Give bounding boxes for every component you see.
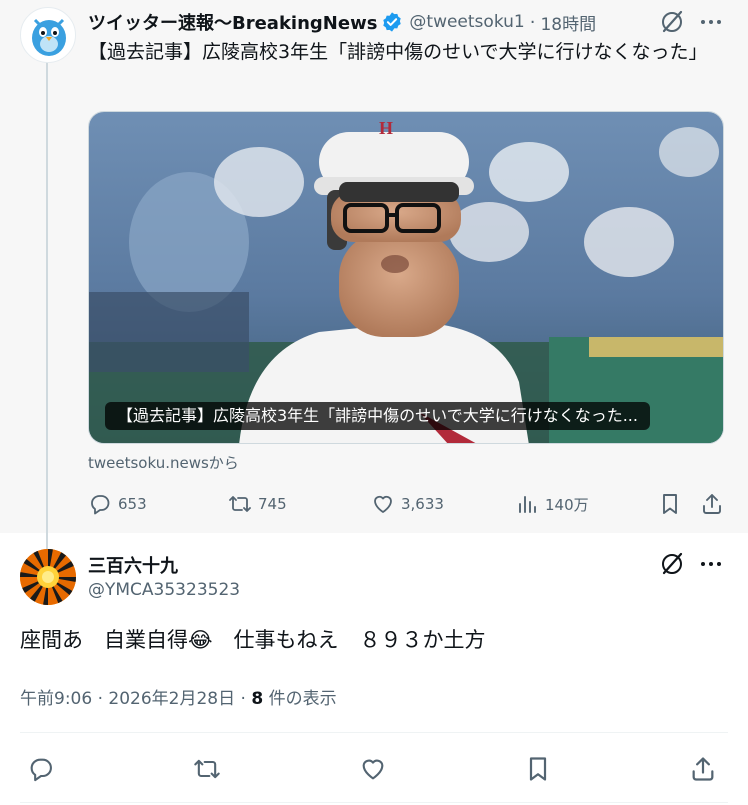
share-icon (703, 494, 721, 514)
retweet-icon (194, 759, 220, 779)
retweet-count: 745 (258, 495, 287, 513)
reply-button[interactable]: 653 (88, 488, 147, 520)
avatar[interactable] (20, 7, 76, 63)
bookmark-button[interactable] (521, 752, 555, 786)
views-button[interactable]: 140万 (515, 488, 589, 520)
tweet-date[interactable]: 2026年2月28日 (108, 689, 235, 709)
grok-icon[interactable] (659, 551, 685, 577)
retweet-button[interactable] (190, 752, 224, 786)
tweet-time[interactable]: 午前9:06 (20, 689, 92, 709)
views-icon (519, 496, 536, 513)
bookmark-icon (529, 757, 547, 781)
retweet-icon (229, 496, 251, 512)
bookmark-button[interactable] (658, 488, 688, 520)
avatar[interactable] (20, 549, 76, 605)
divider (20, 732, 728, 733)
user-handle[interactable]: @tweetsoku1 (409, 12, 524, 32)
views-count: 140万 (545, 495, 589, 514)
view-label: 件の表示 (268, 689, 337, 709)
like-icon (374, 495, 392, 513)
view-count: 8 (251, 689, 264, 709)
verified-badge-icon (381, 11, 403, 33)
card-caption: 【過去記事】広陵高校3年生「誹謗中傷のせいで大学に行けなくなった... (105, 402, 650, 430)
bookmark-icon (663, 494, 677, 514)
retweet-button[interactable]: 745 (228, 488, 287, 520)
link-card[interactable]: H 【過去記事】広陵高校3年生「誹謗中傷のせいで大学に行けなくなった... (88, 111, 724, 444)
divider (20, 802, 728, 803)
more-options-icon[interactable] (698, 551, 724, 577)
tweet-time[interactable]: 18時間 (540, 10, 596, 35)
like-button[interactable]: 3,633 (371, 488, 444, 520)
share-icon (692, 757, 714, 781)
rising-sun-avatar-icon (20, 549, 76, 605)
share-button[interactable] (700, 488, 730, 520)
like-icon (362, 759, 384, 780)
reply-button[interactable] (24, 752, 58, 786)
reply-icon (30, 758, 52, 782)
reply-icon (91, 495, 110, 515)
svg-text:H: H (379, 118, 393, 138)
tweet-actions (0, 752, 748, 786)
share-button[interactable] (686, 752, 720, 786)
display-name[interactable]: ツイッター速報〜BreakingNews (88, 9, 377, 35)
reply-count: 653 (118, 495, 147, 513)
separator-dot: · (97, 689, 103, 709)
user-handle[interactable]: @YMCA35323523 (88, 580, 240, 600)
grok-icon[interactable] (659, 9, 685, 35)
like-count: 3,633 (401, 495, 444, 513)
thread-connector-line (46, 62, 48, 550)
like-button[interactable] (356, 752, 390, 786)
bird-avatar-icon (32, 18, 66, 56)
separator-dot: · (240, 689, 246, 709)
tweet-text: 【過去記事】広陵高校3年生「誹謗中傷のせいで大学に行けなくなった」 (88, 41, 708, 63)
card-photo: H (89, 112, 723, 443)
tweet-actions: 653 745 3,633 140万 (88, 488, 728, 520)
tweet-meta: 午前9:06 · 2026年2月28日 · 8 件の表示 (20, 684, 337, 709)
tweet-text: 座間あ 自業自得😂 仕事もねえ ８９３か土方 (20, 628, 486, 652)
parent-tweet[interactable]: ツイッター速報〜BreakingNews @tweetsoku1 · 18時間 … (0, 0, 748, 550)
separator-dot: · (529, 11, 536, 33)
card-source[interactable]: tweetsoku.newsから (88, 452, 239, 473)
display-name[interactable]: 三百六十九 (88, 552, 178, 578)
more-options-icon[interactable] (698, 9, 724, 35)
